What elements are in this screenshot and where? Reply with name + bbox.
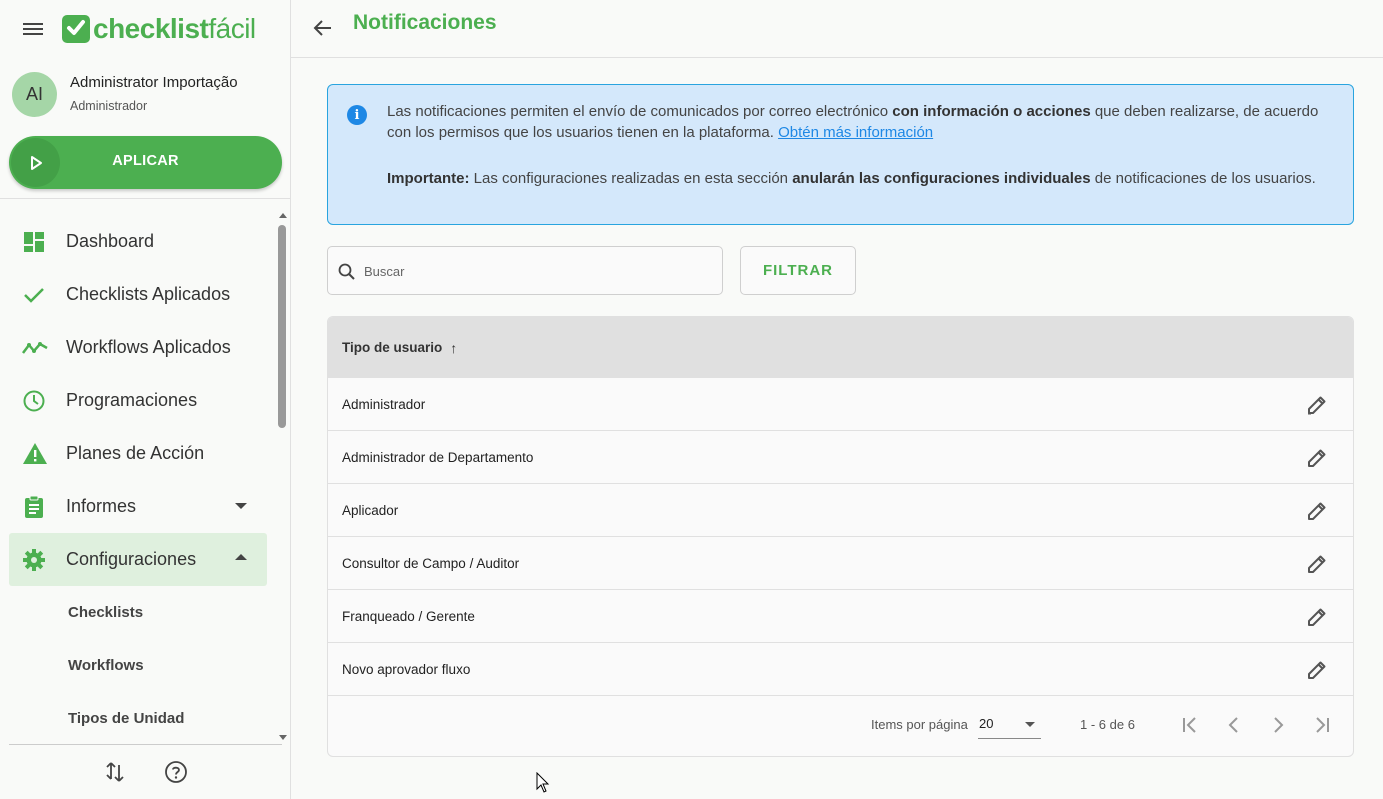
sidebar-item-label: Configuraciones	[66, 549, 197, 569]
scroll-down-arrow-icon[interactable]	[279, 735, 287, 740]
scroll-up-arrow-icon[interactable]	[279, 213, 287, 218]
edit-pencil-icon[interactable]	[1305, 658, 1329, 682]
sidebar-item-label: Planes de Acción	[66, 443, 205, 463]
search-box[interactable]	[327, 246, 723, 295]
sidebar-item-checklists-aplicados[interactable]: Checklists Aplicados	[9, 268, 267, 321]
user-role: Administrador	[70, 99, 148, 113]
search-input[interactable]	[364, 259, 704, 283]
previous-page-icon[interactable]	[1222, 713, 1246, 737]
menu-icon[interactable]	[23, 20, 45, 38]
sidebar-item-label: Workflows Aplicados	[66, 337, 231, 357]
table-row: Consultor de Campo / Auditor	[328, 537, 1353, 590]
gear-icon	[9, 548, 49, 572]
row-label: Administrador	[342, 396, 426, 412]
mouse-cursor-icon	[536, 771, 550, 794]
table-row: Novo aprovador fluxo	[328, 643, 1353, 696]
sidebar-nav: Dashboard Checklists Aplicados Workflows…	[9, 215, 267, 745]
sidebar-item-planes-de-accion[interactable]: Planes de Acción	[9, 427, 267, 480]
user-name: Administrator Importação	[70, 74, 238, 91]
sidebar-item-label: Dashboard	[66, 231, 155, 251]
items-per-page-select[interactable]: 20	[978, 711, 1041, 739]
page-title: Notificaciones	[353, 11, 497, 34]
sidebar-item-label: Checklists Aplicados	[66, 284, 231, 304]
items-per-page-value: 20	[979, 716, 994, 731]
first-page-icon[interactable]	[1178, 713, 1202, 737]
learn-more-link[interactable]: Obtén más información	[778, 124, 933, 141]
logo-check-icon	[62, 15, 90, 43]
logo[interactable]: checklistfácil	[62, 13, 256, 45]
sidebar-footer	[9, 744, 282, 799]
dropdown-arrow-icon	[1025, 722, 1035, 727]
row-label: Consultor de Campo / Auditor	[342, 555, 520, 571]
page-header: Notificaciones	[291, 0, 1383, 58]
sidebar: checklistfácil AI Administrator Importaç…	[0, 0, 291, 799]
user-profile[interactable]: AI Administrator Importação Administrado…	[12, 70, 282, 120]
back-arrow-icon[interactable]	[311, 16, 335, 40]
column-header-tipo-de-usuario[interactable]: Tipo de usuario ↑	[328, 317, 1353, 378]
sidebar-item-dashboard[interactable]: Dashboard	[9, 215, 267, 268]
trend-icon	[9, 336, 49, 360]
table-row: Franqueado / Gerente	[328, 590, 1353, 643]
info-paragraph-important: Importante: Las configuraciones realizad…	[387, 170, 1316, 187]
sidebar-item-workflows-aplicados[interactable]: Workflows Aplicados	[9, 321, 267, 374]
sidebar-subitem-tipos-de-unidad[interactable]: Tipos de Unidad	[9, 692, 267, 745]
swap-vertical-icon[interactable]	[103, 760, 127, 784]
sidebar-item-label: Informes	[66, 496, 137, 516]
next-page-icon[interactable]	[1266, 713, 1290, 737]
dashboard-icon	[9, 230, 49, 254]
info-text: Las notificaciones permiten el envío de …	[387, 101, 1327, 189]
row-label: Franqueado / Gerente	[342, 608, 475, 624]
clipboard-icon	[9, 495, 49, 519]
row-label: Aplicador	[342, 502, 399, 518]
items-per-page-label: Items por página	[871, 717, 968, 732]
sidebar-item-informes[interactable]: Informes	[9, 480, 267, 533]
edit-pencil-icon[interactable]	[1305, 499, 1329, 523]
sidebar-item-label: Programaciones	[66, 390, 198, 410]
sidebar-item-configuraciones[interactable]: Configuraciones	[9, 533, 267, 586]
scroll-thumb[interactable]	[278, 225, 286, 428]
clock-icon	[9, 389, 49, 413]
sidebar-subitem-checklists[interactable]: Checklists	[9, 586, 267, 639]
help-icon[interactable]	[164, 760, 188, 784]
logo-text: checklistfácil	[93, 13, 256, 44]
apply-button[interactable]: APLICAR	[9, 136, 282, 189]
chevron-up-icon	[235, 554, 247, 560]
table-row: Aplicador	[328, 484, 1353, 537]
warning-icon	[9, 442, 49, 466]
row-label: Administrador de Departamento	[342, 449, 534, 465]
info-paragraph: Las notificaciones permiten el envío de …	[387, 103, 1319, 141]
apply-button-label: APLICAR	[112, 153, 179, 169]
table-row: Administrador de Departamento	[328, 431, 1353, 484]
avatar: AI	[12, 72, 57, 117]
sidebar-scrollbar[interactable]	[276, 210, 288, 740]
table-row: Administrador	[328, 378, 1353, 431]
edit-pencil-icon[interactable]	[1305, 552, 1329, 576]
sort-arrow-icon: ↑	[450, 339, 458, 356]
row-label: Novo aprovador fluxo	[342, 661, 471, 677]
user-types-table: Tipo de usuario ↑ Administrador Administ…	[327, 316, 1354, 757]
filter-button[interactable]: FILTRAR	[740, 246, 856, 295]
info-icon: i	[347, 105, 367, 125]
search-icon	[338, 263, 356, 281]
column-header-label: Tipo de usuario	[342, 340, 443, 355]
paginator: Items por página 20 1 - 6 de 6	[328, 693, 1353, 756]
info-banner: i Las notificaciones permiten el envío d…	[327, 84, 1354, 225]
sidebar-subitem-workflows[interactable]: Workflows	[9, 639, 267, 692]
edit-pencil-icon[interactable]	[1305, 605, 1329, 629]
edit-pencil-icon[interactable]	[1305, 393, 1329, 417]
chevron-down-icon	[235, 503, 247, 509]
edit-pencil-icon[interactable]	[1305, 446, 1329, 470]
divider	[0, 198, 291, 199]
page-range: 1 - 6 de 6	[1080, 717, 1135, 732]
last-page-icon[interactable]	[1310, 713, 1334, 737]
sidebar-item-programaciones[interactable]: Programaciones	[9, 374, 267, 427]
sidebar-header: checklistfácil	[0, 0, 291, 58]
check-icon	[9, 283, 49, 307]
